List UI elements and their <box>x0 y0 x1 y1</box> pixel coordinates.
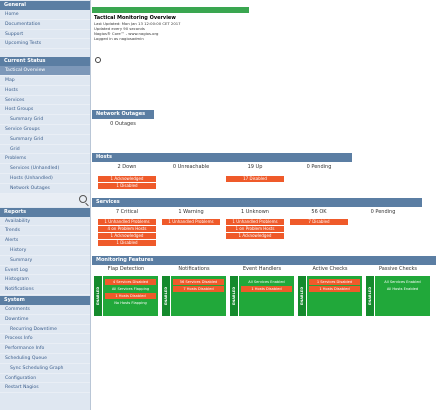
feature-active-checks-line[interactable]: 1 Hosts Disabled <box>309 286 360 292</box>
feature-flap-detection-line[interactable]: 4 Services Disabled <box>105 279 156 285</box>
sidebar-item-upcoming-tests[interactable]: Upcoming Tests <box>0 39 90 50</box>
feature-flap-detection-line[interactable]: No Hosts Flapping <box>105 300 156 306</box>
sidebar-item-scheduling-queue[interactable]: Scheduling Queue <box>0 354 90 364</box>
sidebar-section-system: System <box>0 295 90 305</box>
feature-flap-detection-line[interactable]: 1 Hosts Disabled <box>105 293 156 299</box>
feature-event-handlers-status[interactable]: ENABLED <box>230 276 238 316</box>
services-critical-acknowledged-badge[interactable]: 1 Acknowledged <box>98 233 156 239</box>
feature-passive-checks-line[interactable]: All Hosts Enabled <box>377 286 428 292</box>
sidebar-item-home[interactable]: Home <box>0 10 90 20</box>
sidebar-item-services[interactable]: Services <box>0 96 90 106</box>
services-critical-problem-hosts-badge[interactable]: 4 on Problem Hosts <box>98 226 156 232</box>
sidebar-item-recurring-downtime[interactable]: Recurring Downtime <box>0 325 90 335</box>
sidebar-item-notifications[interactable]: Notifications <box>0 285 90 295</box>
services-warning[interactable]: 1 Warning <box>160 209 222 215</box>
search-icon[interactable] <box>79 194 87 203</box>
sidebar-item-process-info[interactable]: Process Info <box>0 334 90 345</box>
feature-active-checks-status[interactable]: ENABLED <box>298 276 306 316</box>
sidebar-item-sync-scheduling-graph[interactable]: Sync Scheduling Graph <box>0 364 90 374</box>
feature-notifications-line[interactable]: 56 Services Disabled <box>173 279 224 285</box>
feature-passive-checks-title: Passive Checks <box>378 266 418 272</box>
sidebar-item-performance-info[interactable]: Performance Info <box>0 344 90 354</box>
sidebar-item-network-outages[interactable]: Network Outages <box>0 184 90 194</box>
sidebar-item-services-unhandled[interactable]: Services (Unhandled) <box>0 164 90 174</box>
settings-icon[interactable] <box>95 57 101 63</box>
feature-status-label: ENABLED <box>300 286 304 306</box>
feature-flap-detection-title: Flap Detection <box>107 266 145 272</box>
info-box: Tactical Monitoring Overview Last Update… <box>94 15 254 41</box>
sidebar-item-availability[interactable]: Availability <box>0 217 90 227</box>
status-bar <box>92 7 249 13</box>
hosts-down[interactable]: 2 Down <box>96 164 158 170</box>
services-pending[interactable]: 0 Pending <box>352 209 414 215</box>
feature-event-handlers-line[interactable]: 1 Hosts Disabled <box>241 286 292 292</box>
services-critical[interactable]: 7 Critical <box>96 209 158 215</box>
feature-passive-checks-status[interactable]: ENABLED <box>366 276 374 316</box>
sidebar-item-restart-nagios[interactable]: Restart Nagios <box>0 383 90 394</box>
hosts-down-acknowledged-badge[interactable]: 1 Acknowledged <box>98 176 156 182</box>
sidebar-item-hosts-unhandled[interactable]: Hosts (Unhandled) <box>0 174 90 184</box>
services-unknown-problem-hosts-badge[interactable]: 1 on Problem Hosts <box>226 226 284 232</box>
feature-notifications-title: Notifications <box>178 266 210 272</box>
sidebar-item-support[interactable]: Support <box>0 30 90 40</box>
sidebar-item-tactical-overview[interactable]: Tactical Overview <box>0 66 90 76</box>
sidebar-item-histogram[interactable]: Histogram <box>0 275 90 286</box>
services-warning-unhandled-badge[interactable]: 1 Unhandled Problems <box>162 219 220 225</box>
feature-notifications-line[interactable]: 7 Hosts Disabled <box>173 286 224 292</box>
hosts-unreachable[interactable]: 0 Unreachable <box>160 164 222 170</box>
sidebar-item-summary-grid[interactable]: Summary Grid <box>0 135 90 145</box>
feature-status-label: ENABLED <box>232 286 236 306</box>
services-unknown-unhandled-badge[interactable]: 1 Unhandled Problems <box>226 219 284 225</box>
main-content: Tactical Monitoring Overview Last Update… <box>92 0 438 410</box>
sidebar-item-alerts[interactable]: Alerts <box>0 236 90 246</box>
feature-event-handlers-title: Event Handlers <box>242 266 282 272</box>
sidebar-item-comments[interactable]: Comments <box>0 305 90 315</box>
hosts-header: Hosts <box>92 153 352 162</box>
hosts-up[interactable]: 19 Up <box>224 164 286 170</box>
sidebar-section-general: General <box>0 1 90 10</box>
sidebar-item-event-log[interactable]: Event Log <box>0 266 90 276</box>
feature-status-label: ENABLED <box>96 286 100 306</box>
sidebar-section-current-status: Current Status <box>0 57 90 67</box>
sidebar-item-host-groups[interactable]: Host Groups <box>0 105 90 116</box>
feature-event-handlers-line[interactable]: All Services Enabled <box>241 279 292 285</box>
monitoring-features-header: Monitoring Features <box>92 256 436 265</box>
services-header: Services <box>92 198 422 207</box>
hosts-up-disabled-badge[interactable]: 17 Disabled <box>226 176 284 182</box>
services-ok[interactable]: 56 OK <box>288 209 350 215</box>
feature-flap-detection-status[interactable]: ENABLED <box>94 276 102 316</box>
sidebar-item-map[interactable]: Map <box>0 76 90 86</box>
sidebar-item-configuration[interactable]: Configuration <box>0 374 90 384</box>
feature-active-checks-title: Active Checks <box>312 266 348 272</box>
feature-passive-checks-line[interactable]: All Services Enabled <box>377 279 428 285</box>
feature-status-label: ENABLED <box>368 286 372 306</box>
sidebar-item-downtime[interactable]: Downtime <box>0 315 90 325</box>
services-ok-disabled-badge[interactable]: 7 Disabled <box>290 219 348 225</box>
sidebar-item-summary[interactable]: Summary <box>0 256 90 266</box>
services-unknown[interactable]: 1 Unknown <box>224 209 286 215</box>
services-critical-unhandled-badge[interactable]: 1 Unhandled Problems <box>98 219 156 225</box>
sidebar-item-history[interactable]: History <box>0 246 90 256</box>
sidebar-item-trends[interactable]: Trends <box>0 226 90 237</box>
sidebar-search[interactable] <box>0 193 90 207</box>
feature-status-label: ENABLED <box>164 286 168 306</box>
sidebar-item-service-groups[interactable]: Service Groups <box>0 125 90 135</box>
sidebar-item-problems[interactable]: Problems <box>0 154 90 165</box>
sidebar-item-grid[interactable]: Grid <box>0 145 90 155</box>
network-outages-header: Network Outages <box>92 110 154 119</box>
sidebar-item-documentation[interactable]: Documentation <box>0 20 90 30</box>
feature-notifications-status[interactable]: ENABLED <box>162 276 170 316</box>
feature-active-checks-line[interactable]: 1 Services Disabled <box>309 279 360 285</box>
hosts-down-disabled-badge[interactable]: 1 Disabled <box>98 183 156 189</box>
sidebar-item-hosts[interactable]: Hosts <box>0 86 90 96</box>
logged-in-text: Logged in as nagiosadmin <box>94 36 144 41</box>
feature-flap-detection-line[interactable]: All Services Flapping <box>105 286 156 292</box>
services-unknown-acknowledged-badge[interactable]: 1 Acknowledged <box>226 233 284 239</box>
sidebar-item-summary-grid[interactable]: Summary Grid <box>0 115 90 125</box>
hosts-pending[interactable]: 0 Pending <box>288 164 350 170</box>
sidebar: General Home Documentation Support Upcoming… <box>0 0 91 410</box>
services-critical-disabled-badge[interactable]: 1 Disabled <box>98 240 156 246</box>
network-outages-value[interactable]: 0 Outages <box>94 121 152 127</box>
sidebar-section-reports: Reports <box>0 207 90 217</box>
